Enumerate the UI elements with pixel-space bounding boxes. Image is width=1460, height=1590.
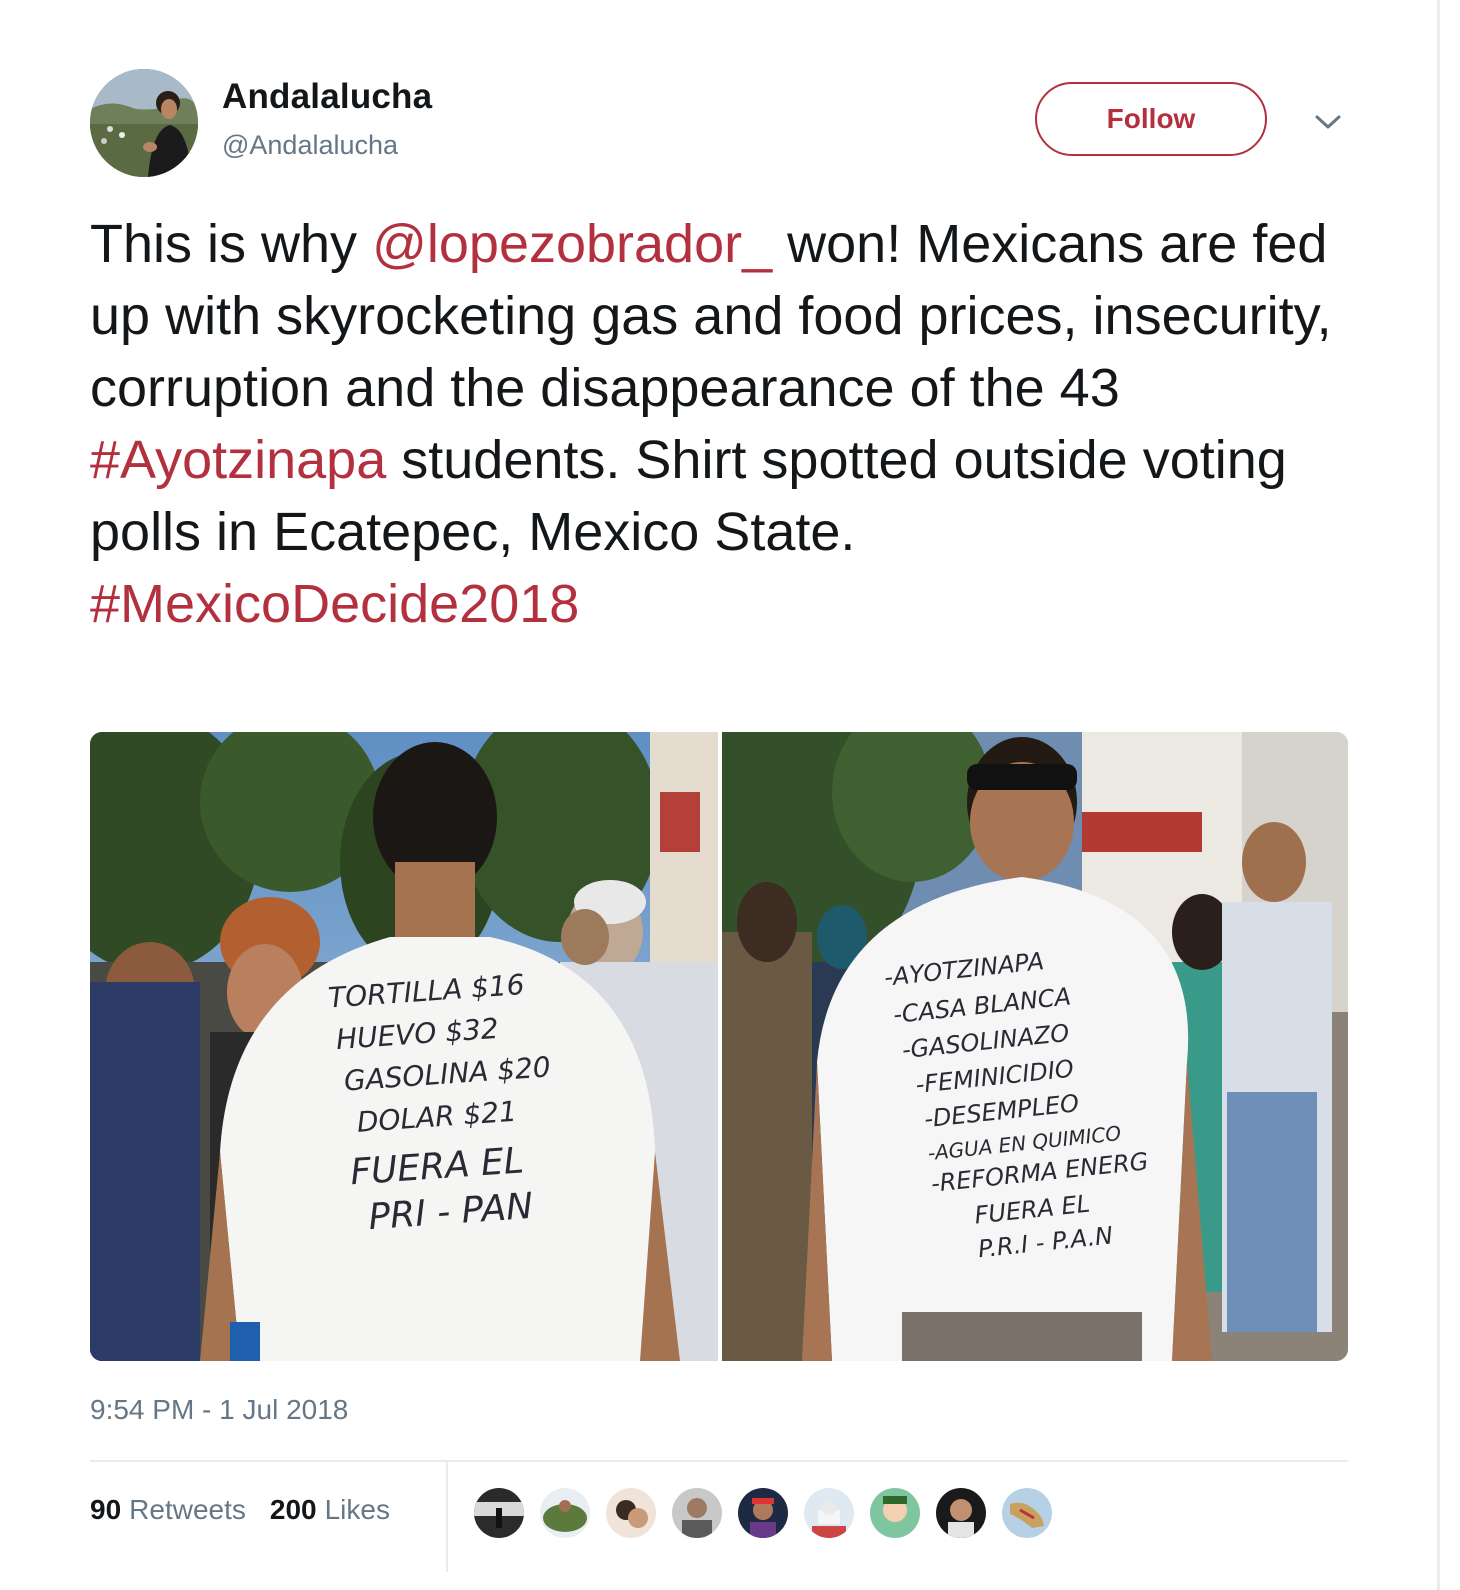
stats-divider-top (90, 1460, 1348, 1462)
liker-avatars (472, 1486, 1066, 1540)
tweet-media: TORTILLA $16 HUEVO $32 GASOLINA $20 DOLA… (90, 732, 1348, 1361)
retweets-stat[interactable]: 90 Retweets (90, 1494, 246, 1526)
photo-shirt-back: TORTILLA $16 HUEVO $32 GASOLINA $20 DOLA… (90, 732, 718, 1361)
liker-avatar[interactable] (472, 1486, 526, 1540)
user-avatar[interactable] (90, 69, 198, 177)
media-photo-left[interactable]: TORTILLA $16 HUEVO $32 GASOLINA $20 DOLA… (90, 732, 718, 1361)
hashtag-link-mexicodecide2018[interactable]: #MexicoDecide2018 (90, 574, 579, 634)
more-options-button[interactable] (1310, 108, 1346, 136)
media-photo-right[interactable]: -AYOTZINAPA -CASA BLANCA -GASOLINAZO -FE… (722, 732, 1348, 1361)
likes-count: 200 (269, 1494, 317, 1525)
card-border (1437, 0, 1440, 1590)
mention-link[interactable]: @lopezobrador_ (372, 214, 772, 274)
liker-avatar[interactable] (868, 1486, 922, 1540)
liker-avatar[interactable] (1000, 1486, 1054, 1540)
likes-label: Likes (324, 1494, 390, 1525)
photo-shirt-front: -AYOTZINAPA -CASA BLANCA -GASOLINAZO -FE… (722, 732, 1348, 1361)
liker-avatar[interactable] (802, 1486, 856, 1540)
screen-name[interactable]: @Andalalucha (222, 130, 398, 161)
hashtag-link-ayotzinapa[interactable]: #Ayotzinapa (90, 430, 386, 490)
tweet-timestamp[interactable]: 9:54 PM - 1 Jul 2018 (90, 1394, 348, 1426)
chevron-down-icon (1315, 115, 1341, 129)
display-name[interactable]: Andalalucha (222, 77, 432, 117)
liker-avatar[interactable] (670, 1486, 724, 1540)
tweet-text: This is why @lopezobrador_ won! Mexicans… (90, 208, 1380, 640)
follow-button[interactable]: Follow (1035, 82, 1267, 156)
retweets-label: Retweets (129, 1494, 246, 1525)
avatar-photo (90, 69, 198, 177)
likes-stat[interactable]: 200 Likes (270, 1494, 390, 1526)
liker-avatar[interactable] (604, 1486, 658, 1540)
tweet-stats: 90 Retweets 200 Likes (90, 1494, 390, 1526)
retweets-count: 90 (90, 1494, 122, 1525)
stats-divider-vertical (446, 1462, 448, 1572)
liker-avatar[interactable] (538, 1486, 592, 1540)
tweet-text-part: This is why (90, 214, 373, 274)
liker-avatar[interactable] (934, 1486, 988, 1540)
liker-avatar[interactable] (736, 1486, 790, 1540)
tweet-card: Andalalucha @Andalalucha Follow This is … (0, 0, 1440, 1590)
